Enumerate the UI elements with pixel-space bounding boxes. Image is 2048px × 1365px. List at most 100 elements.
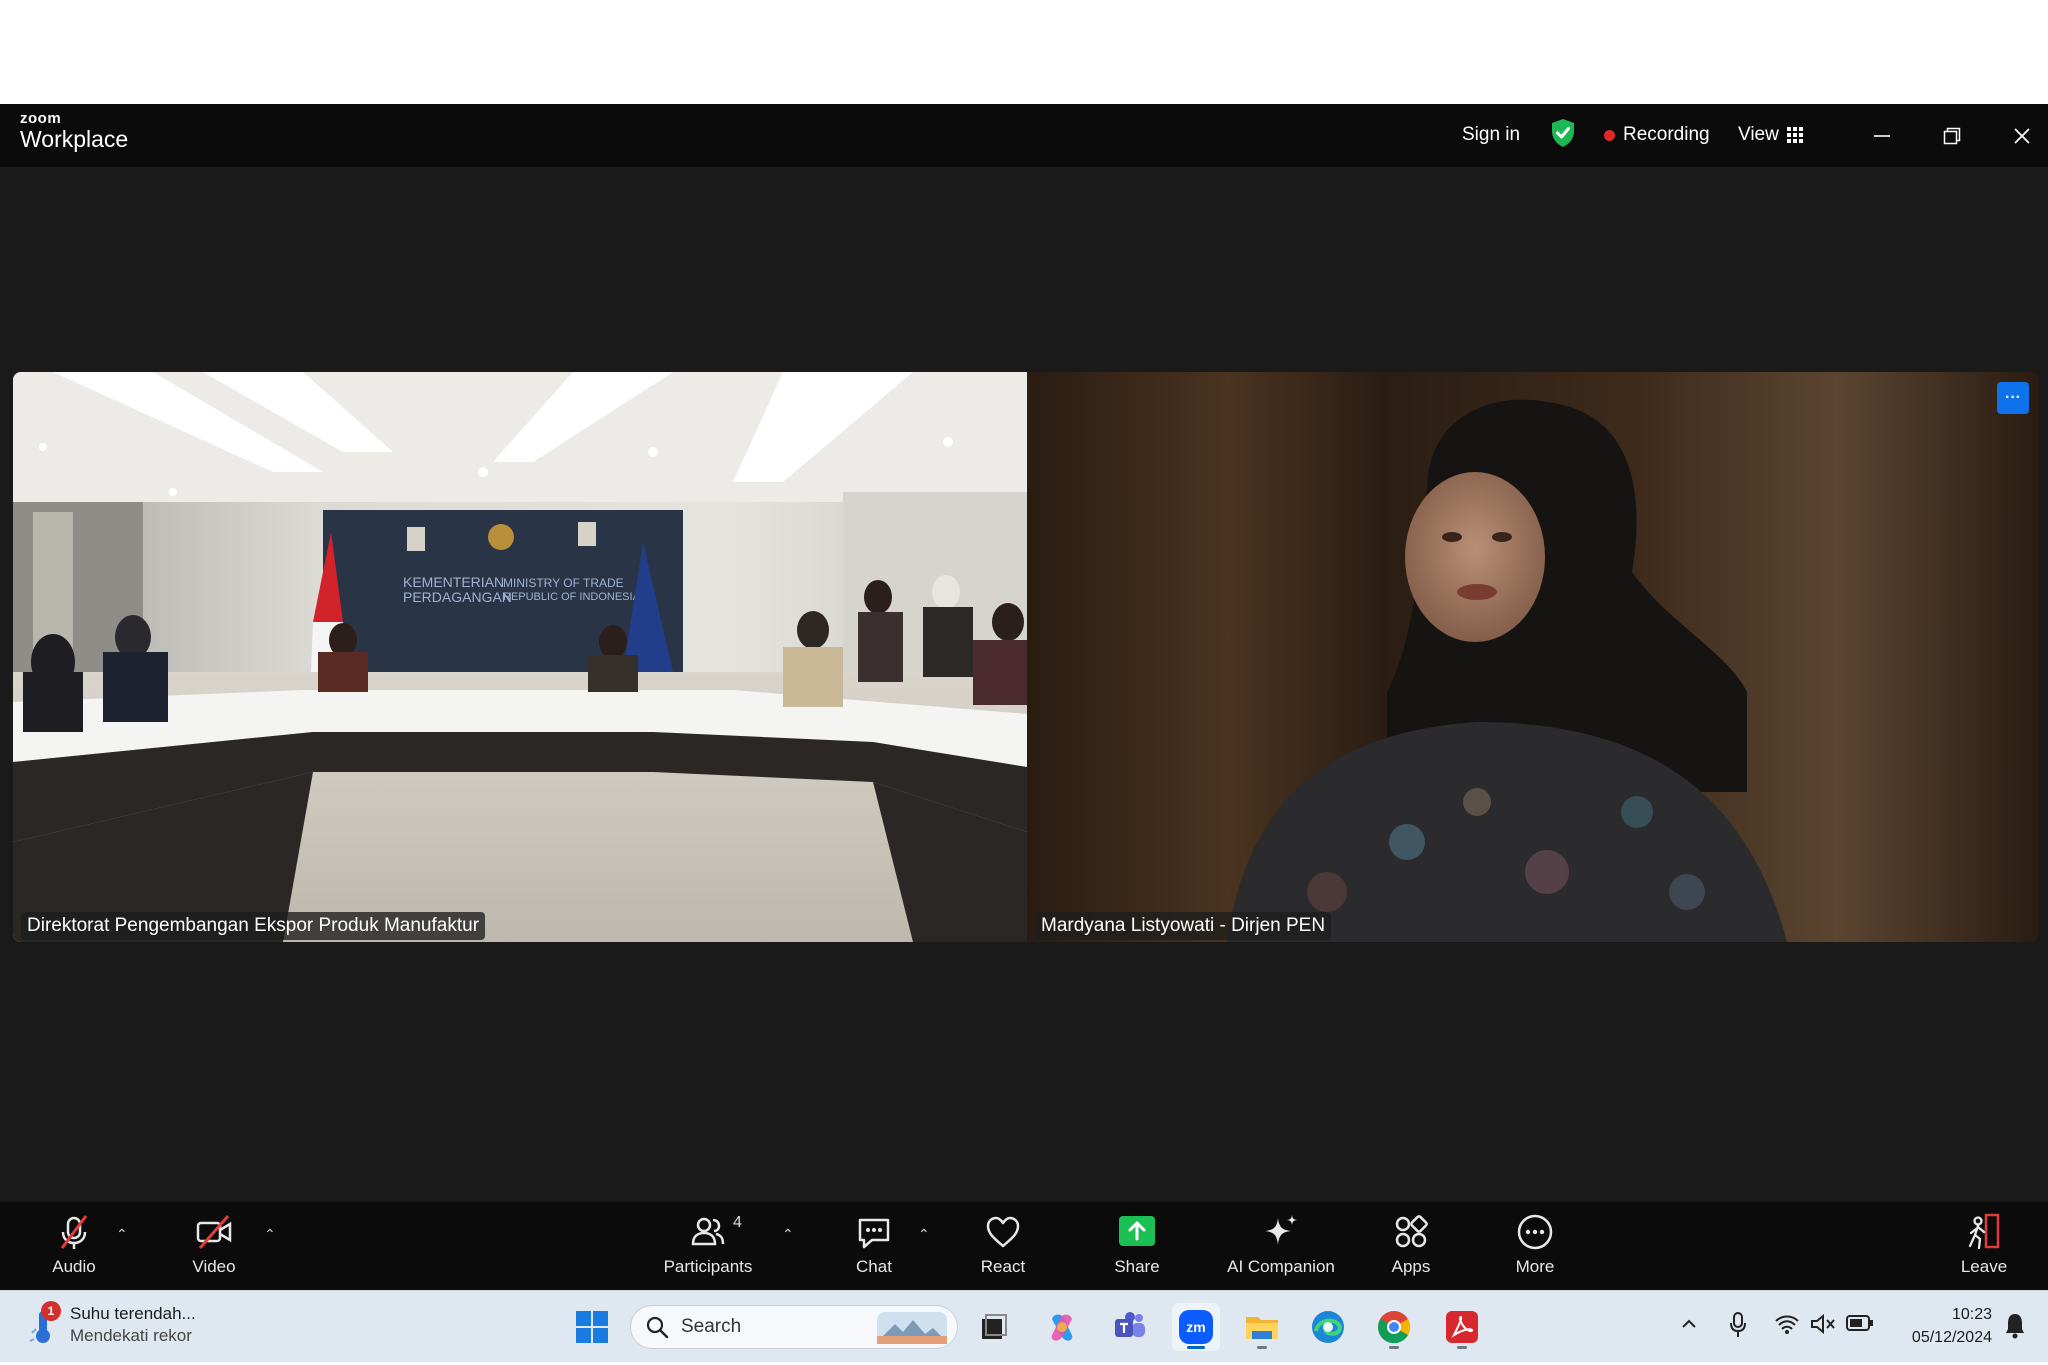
leave-label: Leave [1960, 1257, 2008, 1276]
search-highlight-image-icon [877, 1312, 947, 1344]
muted-microphone-icon [60, 1215, 88, 1249]
audio-button[interactable]: Audio [4, 1212, 144, 1277]
video-options-caret-icon[interactable]: ⌃ [264, 1226, 276, 1243]
chat-button[interactable]: Chat [804, 1212, 944, 1277]
video-button[interactable]: Video [144, 1212, 284, 1277]
grid-icon [1786, 127, 1803, 143]
conference-room-video: KEMENTERIAN PERDAGANGAN MINISTRY OF TRAD… [13, 372, 1027, 942]
chat-options-caret-icon[interactable]: ⌃ [918, 1226, 930, 1243]
share-screen-icon [1119, 1216, 1155, 1246]
windows-taskbar: 1 Suhu terendah... Mendekati rekor Searc… [0, 1290, 2048, 1362]
participants-options-caret-icon[interactable]: ⌃ [782, 1226, 794, 1243]
show-hidden-icons-button[interactable] [1680, 1315, 1698, 1338]
pdf-reader-icon [1446, 1311, 1478, 1343]
video-label: Video [192, 1257, 236, 1276]
apps-label: Apps [1391, 1257, 1431, 1276]
apps-icon [1395, 1215, 1428, 1248]
close-button[interactable] [2002, 118, 2042, 154]
weather-alert-badge: 1 [41, 1301, 61, 1321]
restore-icon [1943, 127, 1961, 145]
weather-title: Suhu terendah... [70, 1304, 196, 1323]
running-indicator [1457, 1346, 1467, 1349]
search-input[interactable] [681, 1316, 861, 1338]
battery-icon [1846, 1315, 1873, 1331]
task-view-button[interactable] [970, 1303, 1018, 1351]
restore-button[interactable] [1932, 118, 1972, 154]
participants-count: 4 [733, 1214, 742, 1231]
teams-app[interactable] [1106, 1303, 1154, 1351]
bell-icon [2006, 1314, 2024, 1339]
more-label: More [1515, 1257, 1555, 1276]
participant-name-label: Direktorat Pengembangan Ekspor Produk Ma… [21, 912, 486, 940]
heart-icon [986, 1216, 1020, 1248]
participants-icon [691, 1217, 725, 1246]
search-icon [646, 1316, 669, 1339]
microphone-tray-button[interactable] [1728, 1311, 1748, 1344]
wifi-icon [1775, 1315, 1799, 1334]
view-button[interactable]: View [1738, 122, 1803, 148]
zoom-logo: zoom Workplace [20, 111, 128, 151]
chat-label: Chat [856, 1257, 892, 1276]
task-view-icon [982, 1314, 1007, 1339]
running-indicator [1257, 1346, 1267, 1349]
minimize-button[interactable] [1862, 118, 1902, 154]
copilot-app[interactable] [1038, 1303, 1086, 1351]
chrome-app[interactable] [1370, 1303, 1418, 1351]
apps-button[interactable]: Apps [1341, 1212, 1481, 1277]
audio-options-caret-icon[interactable]: ⌃ [116, 1226, 128, 1243]
react-button[interactable]: React [933, 1212, 1073, 1277]
folder-icon [1246, 1317, 1278, 1339]
participant-name-label: Mardyana Listyowati - Dirjen PEN [1035, 912, 1332, 940]
file-explorer-app[interactable] [1238, 1303, 1286, 1351]
thermometer-icon: 1 [28, 1301, 61, 1345]
leave-icon [1968, 1213, 2000, 1250]
sign-in-link[interactable]: Sign in [1462, 122, 1520, 148]
acrobat-app[interactable] [1438, 1303, 1486, 1351]
ai-companion-button[interactable]: AI Companion [1211, 1212, 1351, 1277]
volume-tray-button[interactable] [1810, 1313, 1836, 1340]
recording-indicator[interactable]: Recording [1604, 122, 1710, 148]
banner-kementerian: KEMENTERIAN [403, 574, 504, 590]
participants-label: Participants [663, 1257, 753, 1276]
encryption-shield-icon[interactable] [1550, 119, 1576, 147]
volume-muted-icon [1811, 1313, 1835, 1335]
chat-icon [858, 1218, 890, 1249]
clock-time: 10:23 [1951, 1306, 1992, 1323]
tile-options-button[interactable]: ··· [1997, 382, 2029, 414]
windows-logo-icon [576, 1311, 608, 1343]
meeting-toolbar: Audio ⌃ Video ⌃ Participants 4 ⌃ Chat ⌃ … [0, 1202, 2048, 1290]
taskbar-search-box[interactable] [630, 1305, 958, 1349]
taskbar-clock[interactable]: 10:23 05/12/2024 [1888, 1303, 1992, 1349]
edge-app[interactable] [1304, 1303, 1352, 1351]
zoom-app-icon: zm [1179, 1310, 1213, 1344]
zoom-app[interactable]: zm [1172, 1303, 1220, 1351]
brand-bottom: Workplace [20, 126, 129, 152]
copilot-icon [1051, 1314, 1073, 1341]
notifications-button[interactable] [2004, 1311, 2026, 1344]
battery-tray-button[interactable] [1846, 1314, 1874, 1337]
ai-companion-label: AI Companion [1227, 1257, 1335, 1276]
clock-date: 05/12/2024 [1911, 1329, 1992, 1346]
video-off-icon [196, 1215, 232, 1249]
svg-text:zm: zm [1186, 1319, 1205, 1335]
zoom-window: zoom Workplace Sign in Recording View KE… [0, 104, 2048, 1362]
weather-widget[interactable]: 1 Suhu terendah... Mendekati rekor [28, 1301, 196, 1347]
wifi-tray-button[interactable] [1774, 1313, 1800, 1340]
teams-icon [1115, 1312, 1145, 1337]
banner-perdagangan: PERDAGANGAN [403, 589, 512, 605]
minimize-icon [1874, 135, 1890, 137]
share-label: Share [1114, 1257, 1160, 1276]
brand-top: zoom [20, 110, 62, 127]
react-label: React [980, 1257, 1026, 1276]
video-tile-conference-room[interactable]: KEMENTERIAN PERDAGANGAN MINISTRY OF TRAD… [13, 372, 1027, 942]
participants-button[interactable]: Participants [638, 1212, 778, 1277]
meeting-stage: KEMENTERIAN PERDAGANGAN MINISTRY OF TRAD… [0, 167, 2048, 1202]
leave-button[interactable]: Leave [1914, 1212, 2048, 1277]
share-button[interactable]: Share [1067, 1212, 1207, 1277]
video-tile-speaker[interactable]: ··· Mardyana Listyowati - Dirjen PEN [1027, 372, 2039, 942]
more-button[interactable]: More [1465, 1212, 1605, 1277]
audio-label: Audio [52, 1257, 96, 1276]
view-label: View [1738, 124, 1779, 145]
banner-ministry: MINISTRY OF TRADE [503, 576, 624, 590]
start-button[interactable] [568, 1303, 616, 1351]
